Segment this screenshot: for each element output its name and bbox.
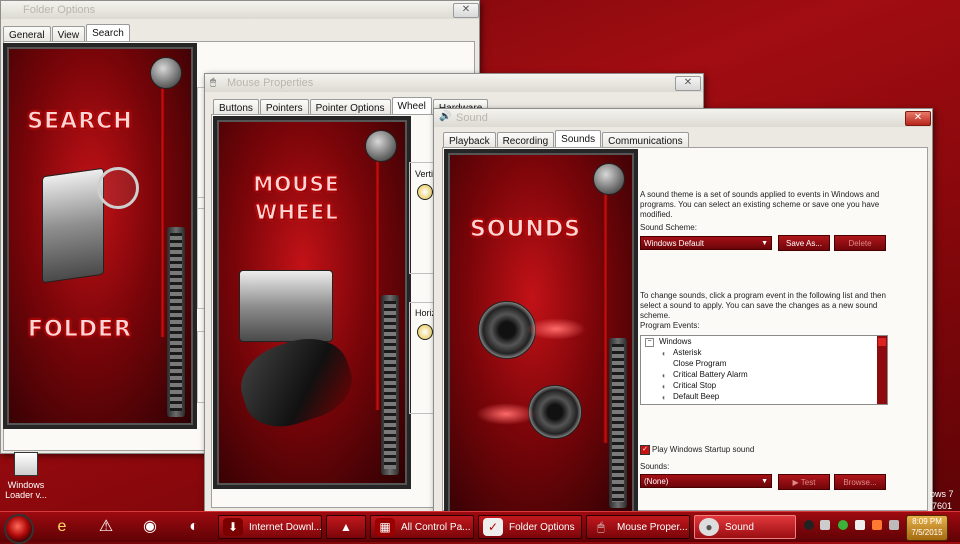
play-startup-checkbox[interactable]: ✓ [640, 445, 650, 455]
art-title-wheel: WHEEL [255, 200, 339, 225]
sound-window[interactable]: 🔊 Sound ✕ Playback Recording Sounds Comm… [433, 108, 933, 519]
sound-scheme-value: Windows Default [644, 239, 705, 248]
taskbar-button-mouse-properties[interactable]: 🖱 Mouse Proper... [586, 515, 690, 539]
close-button[interactable]: ✕ [905, 111, 931, 126]
tray-icon-2[interactable] [820, 520, 830, 530]
control-panel-icon: ▦ [375, 518, 395, 536]
program-events-list[interactable]: − Windows ◖ Asterisk Close Program ◖ Criti… [640, 335, 888, 405]
save-as-button[interactable]: Save As... [778, 235, 830, 251]
art-title-folder: FOLDER [28, 317, 132, 343]
valve-knob [593, 163, 625, 195]
opera-icon[interactable]: ◐ [182, 516, 206, 538]
folder-options-titlebar[interactable]: Folder Options ✕ [1, 1, 479, 19]
list-item[interactable]: ◖ Critical Battery Alarm [641, 369, 887, 380]
list-item[interactable]: Close Program [641, 358, 887, 369]
media-player-icon[interactable]: ◉ [138, 516, 162, 538]
vertical-scroll-icon [417, 184, 433, 200]
list-item[interactable]: ◖ Asterisk [641, 347, 887, 358]
taskbar-button-control-panel[interactable]: ▦ All Control Pa... [370, 515, 474, 539]
start-button[interactable] [4, 514, 34, 544]
system-clock[interactable]: 8:09 PM 7/5/2015 [906, 515, 948, 541]
browse-button[interactable]: Browse... [834, 474, 886, 490]
warning-app-icon[interactable]: ⚠ [94, 516, 118, 538]
magnifier-icon [97, 167, 139, 209]
speaker-icon: ◖ [661, 393, 666, 402]
mouse-icon: 🖱 [210, 77, 216, 88]
mouse-graphic [231, 326, 361, 438]
art-title-mouse: MOUSE [253, 172, 340, 197]
search-folder-graphic [42, 167, 104, 284]
art-title-sounds: SOUNDS [470, 217, 581, 243]
desktop-watermark-line2: 7601 [932, 501, 953, 511]
sound-titlebar[interactable]: 🔊 Sound ✕ [434, 109, 932, 127]
windows-loader-label: Windows Loader v... [5, 480, 47, 500]
folder-options-artwork: SEARCH FOLDER [3, 43, 197, 429]
speaker-icon: 🔊 [439, 111, 452, 122]
change-sounds-instructions: To change sounds, click a program event … [640, 291, 886, 320]
sound-scheme-dropdown[interactable]: Windows Default ▼ [640, 236, 772, 250]
windows-loader-desktop-icon[interactable]: Windows Loader v... [4, 452, 48, 500]
taskbar-button-folder-options[interactable]: ✓ Folder Options [478, 515, 582, 539]
sound-scheme-label: Sound Scheme: [640, 223, 697, 232]
side-rail [609, 338, 627, 508]
wheel-graphic [239, 270, 333, 342]
taskbar-button-sound[interactable]: ● Sound [694, 515, 796, 539]
speaker-graphic-bottom [528, 385, 582, 439]
test-button[interactable]: ▶ Test [778, 474, 830, 490]
sounds-label: Sounds: [640, 462, 670, 471]
download-icon: ⬇ [223, 518, 243, 536]
horizontal-scroll-icon [417, 324, 433, 340]
mouse-properties-title: Mouse Properties [227, 77, 314, 89]
sounds-value: (None) [644, 477, 669, 486]
valve-knob [365, 130, 397, 162]
close-button[interactable]: ✕ [453, 3, 479, 18]
mouse-properties-titlebar[interactable]: 🖱 Mouse Properties ✕ [205, 74, 703, 92]
list-item[interactable]: ◖ Default Beep [641, 391, 887, 402]
sound-wave-graphic [476, 403, 536, 425]
close-button[interactable]: ✕ [675, 76, 701, 91]
collapse-icon[interactable]: − [645, 338, 654, 347]
tray-icon-6[interactable] [889, 520, 899, 530]
sound-theme-description: A sound theme is a set of sounds applied… [640, 190, 880, 219]
mouse-wheel-artwork: MOUSE WHEEL [213, 116, 411, 489]
valve-knob [150, 57, 182, 89]
art-title-search: SEARCH [27, 109, 133, 135]
sounds-artwork: SOUNDS [444, 149, 638, 519]
chevron-down-icon: ▼ [761, 240, 768, 247]
taskbar: e ⚠ ◉ ◐ ⬇ Internet Downl... ▲ ▦ All Cont… [0, 511, 960, 544]
internet-explorer-icon[interactable]: e [50, 516, 74, 538]
sound-title: Sound [456, 112, 488, 124]
loader-icon [14, 452, 38, 476]
taskbar-button-internet-download[interactable]: ⬇ Internet Downl... [218, 515, 322, 539]
tray-icon-4[interactable] [855, 520, 865, 530]
delete-button[interactable]: Delete [834, 235, 886, 251]
mouse-icon: 🖱 [597, 520, 605, 534]
program-events-label: Program Events: [640, 321, 700, 330]
list-item[interactable]: ◖ Critical Stop [641, 380, 887, 391]
play-startup-label: Play Windows Startup sound [652, 445, 755, 454]
tray-icon-5[interactable] [872, 520, 882, 530]
taskbar-button-triangle[interactable]: ▲ [326, 515, 366, 539]
tray-icon-1[interactable] [804, 520, 814, 530]
sound-wave-graphic [526, 318, 586, 340]
side-rail [167, 227, 185, 417]
tray-icon-3[interactable] [838, 520, 848, 530]
side-rail [381, 295, 399, 475]
sounds-dropdown[interactable]: (None) ▼ [640, 474, 772, 488]
list-item[interactable]: − Windows [641, 336, 887, 347]
events-scrollbar[interactable] [877, 336, 887, 404]
triangle-icon: ▲ [340, 520, 352, 534]
clock-time: 8:09 PM [912, 517, 942, 526]
folder-options-icon: ✓ [483, 518, 503, 536]
desktop-watermark-line1: ows 7 [930, 489, 954, 499]
folder-options-title: Folder Options [23, 4, 96, 16]
clock-date: 7/5/2015 [911, 528, 943, 537]
play-icon: ▶ [792, 478, 801, 487]
speaker-icon: ● [699, 518, 719, 536]
chevron-down-icon: ▼ [761, 478, 768, 485]
